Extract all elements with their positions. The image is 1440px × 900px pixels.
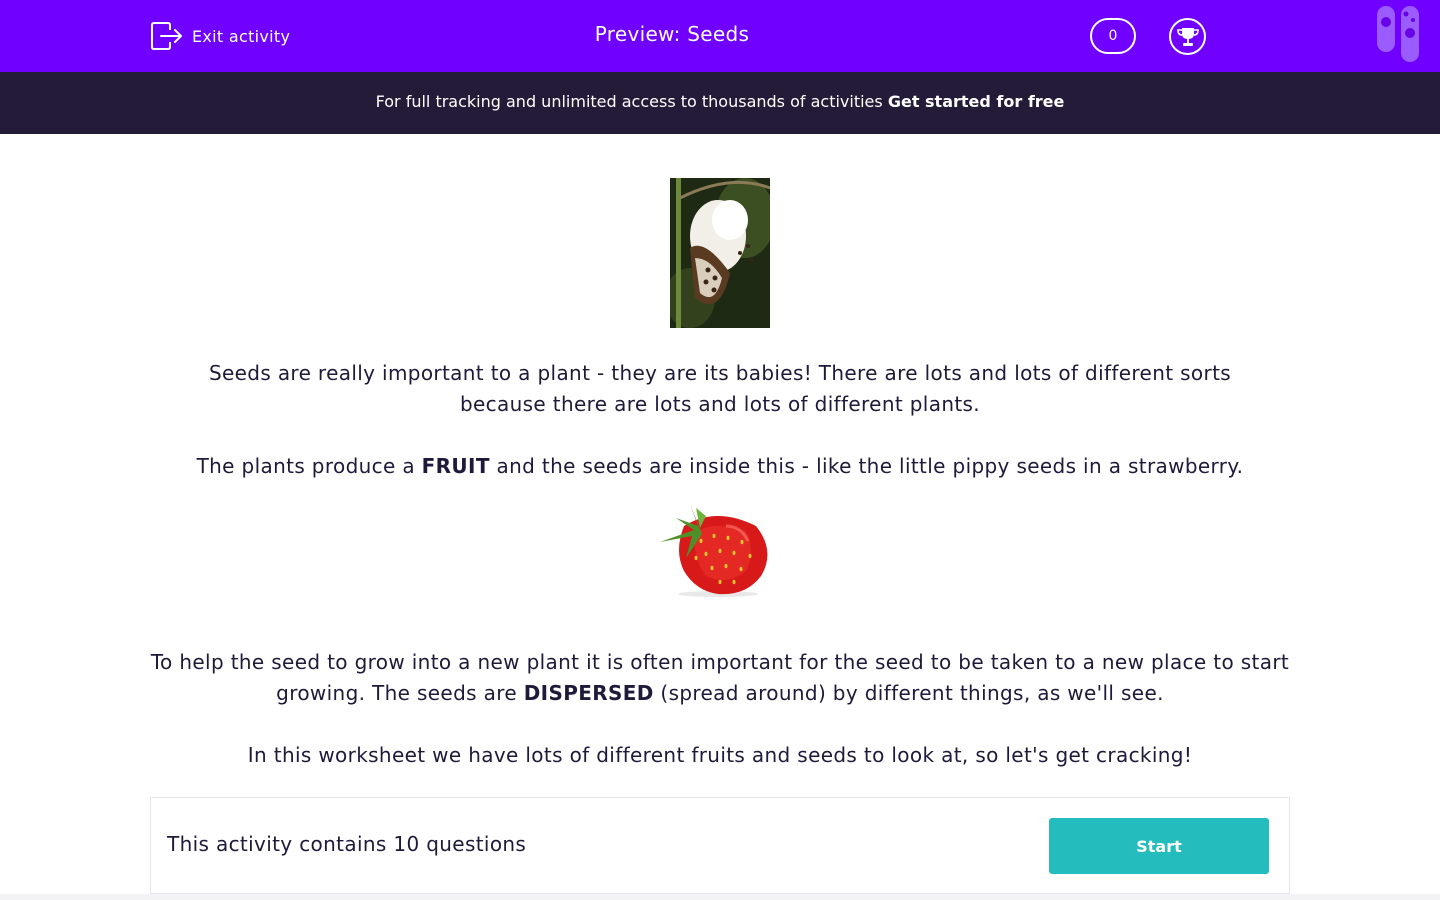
fruit-bold: FRUIT: [421, 454, 490, 478]
start-button[interactable]: Start: [1049, 818, 1269, 874]
top-bar: Exit activity Preview: Seeds 0: [0, 0, 1440, 72]
trophy-button[interactable]: [1169, 18, 1206, 55]
activity-footer: This activity contains 10 questions Star…: [150, 797, 1290, 894]
closing-paragraph: In this worksheet we have lots of differ…: [247, 743, 1193, 767]
trophy-icon: [1176, 27, 1199, 46]
fruit-text-a: The plants produce a: [196, 454, 422, 478]
fruit-paragraph: The plants produce a FRUIT and the seeds…: [150, 451, 1290, 482]
dispersal-bold: DISPERSED: [523, 681, 654, 705]
question-count: This activity contains 10 questions: [167, 832, 527, 856]
bottom-strip: [0, 894, 1440, 900]
get-started-link[interactable]: Get started for free: [888, 92, 1065, 111]
edplace-logo-icon: [1377, 6, 1419, 62]
page-title: Preview: Seeds: [594, 22, 750, 46]
strawberry-image: [660, 504, 768, 597]
fruit-text-b: and the seeds are inside this - like the…: [489, 454, 1244, 478]
score-badge: 0: [1090, 18, 1136, 54]
dispersal-text-b: (spread around) by different things, as …: [653, 681, 1164, 705]
dispersal-paragraph: To help the seed to grow into a new plan…: [150, 647, 1290, 709]
milkweed-seed-pod-image: [670, 178, 770, 328]
intro-paragraph: Seeds are really important to a plant - …: [208, 361, 1232, 416]
promo-banner: For full tracking and unlimited access t…: [0, 72, 1440, 134]
promo-text: For full tracking and unlimited access t…: [375, 92, 888, 111]
